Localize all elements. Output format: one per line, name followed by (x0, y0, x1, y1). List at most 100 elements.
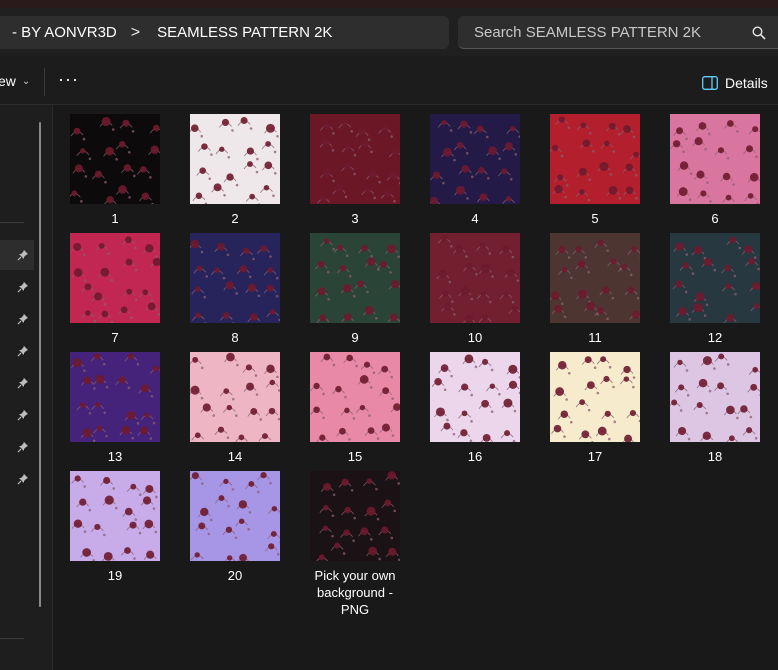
pattern-thumbnail-art (430, 352, 520, 442)
file-thumbnail[interactable] (310, 471, 400, 561)
pin-icon[interactable] (17, 249, 29, 261)
file-thumbnail[interactable] (430, 352, 520, 442)
toolbar-divider (44, 68, 45, 96)
file-item[interactable]: 6 (660, 105, 770, 227)
file-name: Pick your own background - PNG (314, 568, 396, 617)
file-thumbnail[interactable] (550, 114, 640, 204)
breadcrumb-item-current[interactable]: SEAMLESS PATTERN 2K (140, 24, 332, 41)
file-name: 18 (707, 449, 723, 464)
pin-icon[interactable] (17, 409, 29, 421)
file-thumbnail[interactable] (430, 233, 520, 323)
pattern-thumbnail-art (310, 114, 400, 204)
file-item[interactable]: 5 (540, 105, 650, 227)
file-item[interactable]: 18 (660, 343, 770, 465)
file-thumbnail[interactable] (70, 114, 160, 204)
pattern-thumbnail-art (190, 352, 280, 442)
file-thumbnail[interactable] (430, 114, 520, 204)
more-options-button[interactable]: ··· (58, 69, 79, 90)
file-thumbnail[interactable] (310, 352, 400, 442)
pattern-thumbnail-art (70, 114, 160, 204)
pattern-thumbnail-art (550, 352, 640, 442)
file-thumbnail[interactable] (550, 233, 640, 323)
file-thumbnail[interactable] (70, 233, 160, 323)
file-thumbnail[interactable] (70, 352, 160, 442)
pattern-thumbnail-art (670, 114, 760, 204)
pattern-thumbnail-art (670, 233, 760, 323)
file-thumbnail[interactable] (670, 233, 760, 323)
pattern-thumbnail-art (550, 114, 640, 204)
file-item[interactable]: 7 (60, 224, 170, 346)
details-button-label: Details (725, 75, 768, 91)
pattern-thumbnail-art (310, 471, 400, 561)
view-button[interactable]: ew ⌄ (0, 73, 30, 89)
pattern-thumbnail-art (70, 352, 160, 442)
file-item[interactable]: 8 (180, 224, 290, 346)
pattern-thumbnail-art (670, 352, 760, 442)
pattern-thumbnail-art (190, 114, 280, 204)
file-grid: 1 2 3 4 5 6 7 8 9 10 11 12 13 14 15 16 17 18 19 20 Pick your… (60, 105, 778, 670)
file-thumbnail[interactable] (310, 233, 400, 323)
view-button-label: ew (0, 73, 16, 89)
window-top-strip (0, 0, 778, 8)
navigation-pane (0, 105, 53, 670)
command-bar: ew ⌄ ··· Details (0, 56, 778, 105)
pattern-thumbnail-art (70, 233, 160, 323)
file-item[interactable]: 14 (180, 343, 290, 465)
search-icon[interactable] (751, 25, 767, 41)
details-button[interactable]: Details (702, 75, 768, 91)
details-pane-icon (702, 76, 718, 90)
file-item[interactable]: 15 (300, 343, 410, 465)
pin-icon[interactable] (17, 345, 29, 357)
pin-icon[interactable] (17, 473, 29, 485)
file-item[interactable]: 20 (180, 462, 290, 584)
file-thumbnail[interactable] (550, 352, 640, 442)
file-thumbnail[interactable] (670, 114, 760, 204)
file-thumbnail[interactable] (190, 471, 280, 561)
chevron-down-icon: ⌄ (21, 75, 31, 87)
navigation-scrollbar[interactable] (39, 122, 41, 607)
pattern-thumbnail-art (310, 352, 400, 442)
file-item[interactable]: 16 (420, 343, 530, 465)
file-thumbnail[interactable] (190, 233, 280, 323)
file-name: 17 (587, 449, 603, 464)
file-name: 19 (107, 568, 123, 583)
pattern-thumbnail-art (190, 233, 280, 323)
file-item[interactable]: 11 (540, 224, 650, 346)
file-item[interactable]: 17 (540, 343, 650, 465)
file-item[interactable]: 19 (60, 462, 170, 584)
file-item[interactable]: 10 (420, 224, 530, 346)
pattern-thumbnail-art (430, 233, 520, 323)
pin-icon[interactable] (17, 441, 29, 453)
file-item[interactable]: 9 (300, 224, 410, 346)
pin-icon[interactable] (17, 281, 29, 293)
pattern-thumbnail-art (310, 233, 400, 323)
file-item[interactable]: Pick your own background - PNG (300, 462, 410, 618)
file-thumbnail[interactable] (310, 114, 400, 204)
navigation-divider (0, 222, 24, 223)
file-item[interactable]: 1 (60, 105, 170, 227)
pin-icon[interactable] (17, 377, 29, 389)
search-input[interactable] (472, 22, 746, 42)
breadcrumb-separator: > (130, 23, 141, 41)
file-item[interactable]: 4 (420, 105, 530, 227)
search-box[interactable] (458, 16, 778, 49)
pattern-thumbnail-art (430, 114, 520, 204)
file-item[interactable]: 13 (60, 343, 170, 465)
breadcrumb[interactable]: - BY AONVR3D > SEAMLESS PATTERN 2K (0, 16, 449, 49)
file-item[interactable]: 12 (660, 224, 770, 346)
address-bar: - BY AONVR3D > SEAMLESS PATTERN 2K (0, 8, 778, 56)
file-name: 20 (227, 568, 243, 583)
file-thumbnail[interactable] (70, 471, 160, 561)
pattern-thumbnail-art (190, 471, 280, 561)
file-name: 16 (467, 449, 483, 464)
file-thumbnail[interactable] (190, 114, 280, 204)
file-item[interactable]: 2 (180, 105, 290, 227)
breadcrumb-item-parent[interactable]: - BY AONVR3D (0, 24, 117, 41)
navigation-divider (0, 638, 24, 639)
pattern-thumbnail-art (70, 471, 160, 561)
file-thumbnail[interactable] (670, 352, 760, 442)
pattern-thumbnail-art (550, 233, 640, 323)
pin-icon[interactable] (17, 313, 29, 325)
file-item[interactable]: 3 (300, 105, 410, 227)
file-thumbnail[interactable] (190, 352, 280, 442)
